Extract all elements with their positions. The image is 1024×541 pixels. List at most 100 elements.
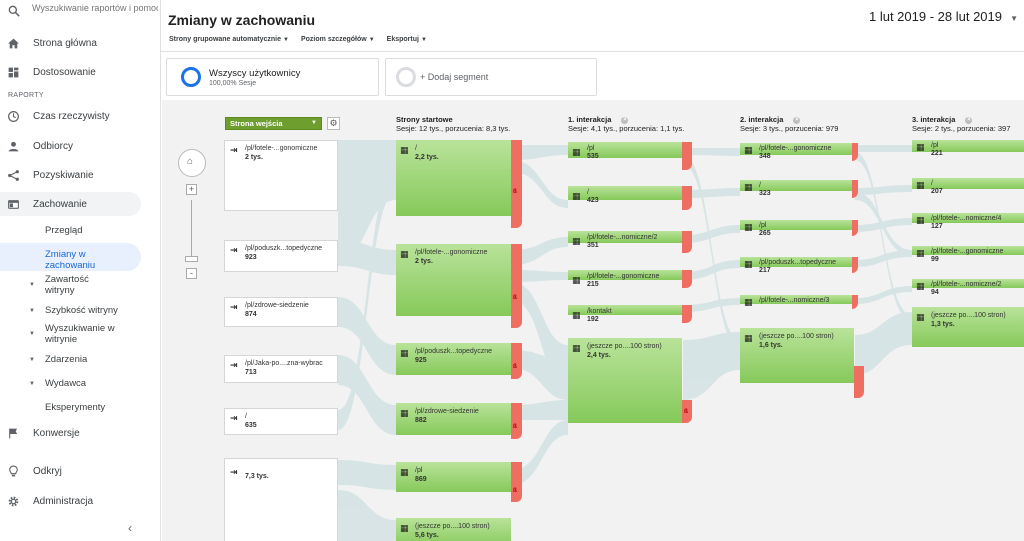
- page-icon: ▦: [916, 281, 925, 291]
- collapse-sidebar-button[interactable]: ‹: [128, 521, 132, 535]
- search-input[interactable]: [32, 3, 158, 13]
- entry-dimension-select[interactable]: Strona wejścia ▼: [225, 117, 322, 130]
- sidebar-item-label: Odbiorcy: [33, 140, 74, 152]
- flow-node[interactable]: ß ▦/2,2 tys.: [396, 140, 522, 228]
- export-dropdown[interactable]: Eksportuj ▼: [387, 36, 427, 43]
- add-segment-label: + Dodaj segment: [420, 72, 489, 82]
- add-segment-button[interactable]: + Dodaj segment: [385, 58, 597, 96]
- remove-column-icon[interactable]: ×: [621, 117, 629, 124]
- flow-node[interactable]: ß ▦ (jeszcze po....100 stron) 2,4 tys.: [568, 338, 692, 423]
- pan-control[interactable]: ⌂: [178, 149, 206, 177]
- sidebar-item-label: Konwersje: [33, 427, 80, 439]
- source-node[interactable]: ⇥/pl/fotele-...gonomiczne 2 tys.: [224, 140, 338, 211]
- column-header-start: Strony startowe Sesje: 12 tys., porzucen…: [396, 115, 511, 133]
- flow-node[interactable]: ß ▦/pl/zdrowe-siedzenie 882: [396, 403, 522, 439]
- flow-node[interactable]: ▦/423: [568, 186, 692, 210]
- zoom-in-button[interactable]: +: [186, 184, 197, 195]
- source-node[interactable]: ⇥/pl/Jaka-po....zna-wybrac 713: [224, 355, 338, 383]
- source-node[interactable]: ⇥ 7,3 tys.: [224, 458, 338, 541]
- home-icon[interactable]: ⌂: [187, 156, 193, 167]
- flow-node[interactable]: ▦ (jeszcze po....100 stron) 1,6 tys.: [740, 328, 864, 398]
- sidebar-item-label: Dostosowanie: [33, 66, 96, 78]
- page-icon: ▦: [400, 145, 409, 155]
- sidebar-sub-publisher[interactable]: ▼ Wydawca: [0, 378, 160, 390]
- caret-down-icon: ▼: [283, 37, 289, 43]
- flow-node[interactable]: ▦/pl/poduszk...topedyczne 217: [740, 257, 858, 274]
- flow-node[interactable]: ▦/pl/fotele-...nomiczne/4 127: [912, 213, 1024, 231]
- group-pages-dropdown[interactable]: Strony grupowane automatycznie ▼: [169, 36, 289, 43]
- page-icon: ▦: [744, 145, 753, 155]
- flow-node[interactable]: ▦/pl 221: [912, 140, 1024, 158]
- acquisition-icon: [8, 169, 19, 181]
- flow-node[interactable]: ▦/kontakt 192: [568, 305, 692, 323]
- date-range-picker[interactable]: 1 lut 2019 - 28 lut 2019: [869, 9, 1002, 24]
- page-icon: ▦: [744, 333, 753, 343]
- flag-icon: [9, 428, 18, 438]
- page-icon: ▦: [744, 182, 753, 192]
- sidebar-sub-site-content[interactable]: ▼ Zawartość witryny: [0, 274, 160, 298]
- sidebar-sub-site-speed[interactable]: ▼ Szybkość witryny: [0, 305, 160, 317]
- caret-down-icon: ▼: [311, 120, 317, 126]
- sidebar-sub-behavior-flow[interactable]: Zmiany w zachowaniu: [0, 243, 141, 271]
- zoom-out-button[interactable]: -: [186, 268, 197, 279]
- sidebar-sub-experiments[interactable]: Eksperymenty: [0, 402, 160, 414]
- page-icon: ▦: [916, 180, 925, 190]
- flow-node[interactable]: ß ▦/pl 869: [396, 462, 522, 502]
- entry-arrow-icon: ⇥: [230, 145, 238, 155]
- caret-down-icon: ▼: [420, 37, 427, 43]
- segment-all-users[interactable]: Wszyscy użytkownicy 100,00% Sesje: [166, 58, 379, 96]
- flow-node[interactable]: ▦/pl/fotele-...nomiczne/2 351: [568, 231, 692, 253]
- report-toolbar: Strony grupowane automatycznie ▼ Poziom s…: [169, 36, 427, 43]
- flow-node[interactable]: ▦ (jeszcze po....100 stron) 1,3 tys.: [912, 307, 1024, 347]
- source-node[interactable]: ⇥/pl/poduszk...topedyczne 923: [224, 240, 338, 272]
- segment-ring-icon: [396, 67, 416, 87]
- flow-node[interactable]: ▦/323: [740, 180, 858, 198]
- zoom-slider-thumb[interactable]: [185, 256, 198, 262]
- sidebar-item-label: Administracja: [33, 495, 94, 507]
- sidebar-item-discover[interactable]: Odkryj: [0, 459, 160, 483]
- flow-node[interactable]: ▦/pl 535: [568, 142, 692, 170]
- flow-node[interactable]: ß ▦/pl/fotele-...gonomiczne 2 tys.: [396, 244, 522, 328]
- lightbulb-icon: [9, 465, 18, 476]
- remove-column-icon[interactable]: ×: [793, 117, 801, 124]
- source-node[interactable]: ⇥/635: [224, 408, 338, 435]
- page-icon: ▦: [916, 215, 925, 225]
- remove-column-icon[interactable]: ×: [965, 117, 973, 124]
- clock-icon: [8, 110, 19, 122]
- page-title: Zmiany w zachowaniu: [168, 12, 316, 28]
- flow-node[interactable]: ▦/207: [912, 178, 1024, 196]
- sidebar-item-audience[interactable]: Odbiorcy: [0, 134, 160, 158]
- sidebar-item-acquisition[interactable]: Pozyskiwanie: [0, 163, 160, 187]
- behavior-icon: [8, 199, 19, 209]
- page-icon: ▦: [572, 275, 581, 285]
- sidebar-item-conversions[interactable]: Konwersje: [0, 421, 160, 445]
- sidebar-item-realtime[interactable]: Czas rzeczywisty: [0, 104, 160, 128]
- zoom-track[interactable]: [191, 200, 192, 260]
- flow-node[interactable]: ▦ (jeszcze po....100 stron) 5,6 tys.: [396, 518, 522, 541]
- gear-icon: [8, 496, 19, 506]
- behavior-flow-canvas[interactable]: Strona wejścia ▼ ⚙ Strony startowe Sesje:…: [162, 100, 1024, 541]
- entry-arrow-icon: ⇥: [230, 302, 238, 312]
- column-header-i1: 1. interakcja × Sesje: 4,1 tys., porzucen…: [568, 115, 685, 133]
- entry-arrow-icon: ⇥: [230, 360, 238, 370]
- settings-gear-button[interactable]: ⚙: [327, 117, 340, 130]
- sidebar-sub-overview[interactable]: Przegląd: [0, 225, 160, 237]
- sidebar-sub-events[interactable]: ▼ Zdarzenia: [0, 354, 160, 366]
- flow-node[interactable]: ▦/pl 265: [740, 220, 858, 237]
- source-node[interactable]: ⇥/pl/zdrowe-siedzenie 874: [224, 297, 338, 327]
- flow-node[interactable]: ▦/pl/fotele-...gonomiczne 215: [568, 270, 692, 288]
- sidebar-item-admin[interactable]: Administracja: [0, 489, 160, 513]
- page-icon: ▦: [572, 191, 581, 201]
- sidebar-sub-site-search[interactable]: ▼ Wyszukiwanie w witrynie: [0, 323, 160, 347]
- sidebar-item-home[interactable]: Strona główna: [0, 31, 160, 55]
- dashboard-icon: [8, 67, 19, 77]
- flow-node[interactable]: ▦/pl/fotele-...nomiczne/3: [740, 295, 858, 309]
- sidebar-item-behavior[interactable]: Zachowanie: [0, 192, 141, 216]
- flow-node[interactable]: ▦/pl/fotele-...gonomiczne 348: [740, 143, 858, 161]
- caret-down-icon[interactable]: ▼: [1010, 14, 1018, 23]
- flow-node[interactable]: ▦/pl/fotele-...gonomiczne 99: [912, 246, 1024, 264]
- sidebar-item-customization[interactable]: Dostosowanie: [0, 60, 160, 84]
- detail-level-dropdown[interactable]: Poziom szczegółów ▼: [301, 36, 375, 43]
- flow-node[interactable]: ▦/pl/fotele-...nomiczne/2 94: [912, 279, 1024, 297]
- flow-node[interactable]: ß ▦/pl/poduszk...topedyczne 925: [396, 343, 522, 379]
